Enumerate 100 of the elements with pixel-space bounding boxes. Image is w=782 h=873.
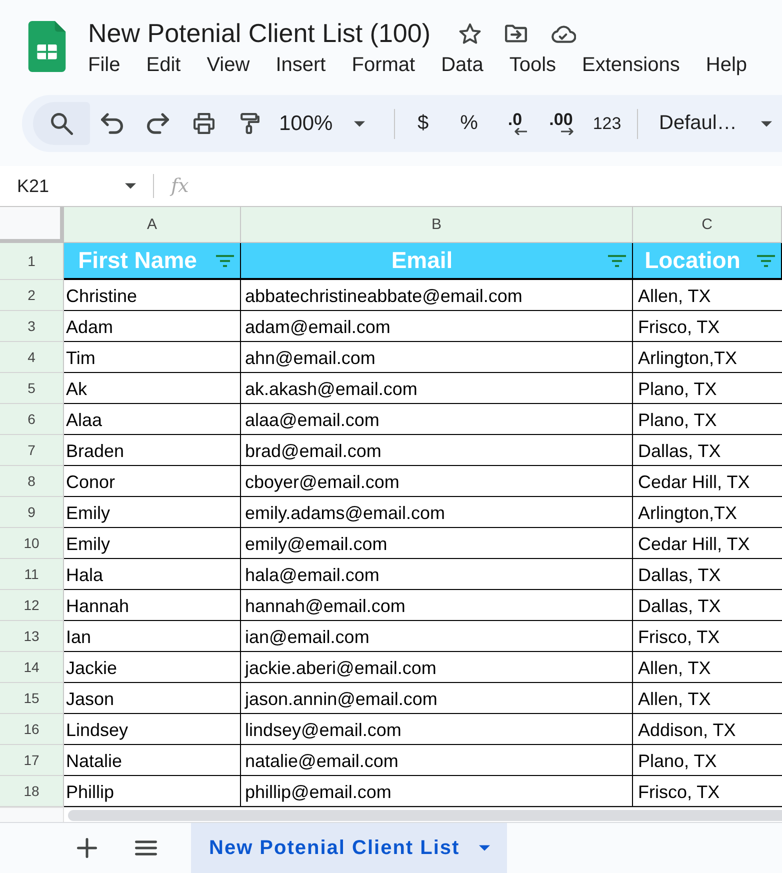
menu-item[interactable]: Data (441, 53, 484, 77)
formula-label: fx (171, 175, 189, 197)
table-cell: Adam (64, 311, 241, 342)
search-icon (50, 112, 72, 134)
currency-button[interactable]: $ (404, 104, 442, 144)
arrow-right-icon (560, 128, 574, 135)
undo-icon[interactable] (101, 113, 123, 134)
search-button[interactable] (33, 102, 90, 145)
filter-icon[interactable] (215, 254, 235, 268)
table-cell: Braden (64, 435, 241, 466)
table-cell: Conor (64, 466, 241, 497)
menu-item[interactable]: File (88, 53, 120, 77)
print-icon[interactable] (193, 113, 215, 134)
table-cell: jackie.aberi@email.com (241, 652, 633, 683)
arrow-left-icon (514, 128, 526, 135)
row-header[interactable]: 3 (0, 311, 64, 342)
row-header[interactable]: 18 (0, 776, 64, 807)
table-cell: Emily (64, 528, 241, 559)
row-header[interactable]: 17 (0, 745, 64, 776)
menu-item[interactable]: Help (706, 53, 748, 77)
redo-icon[interactable] (147, 113, 169, 134)
caret-icon (760, 120, 772, 126)
row-header[interactable]: 11 (0, 559, 64, 590)
column-title: Email (390, 247, 454, 274)
row-header[interactable]: 1 (0, 243, 64, 280)
table-cell: Ian (64, 621, 241, 652)
table-cell: ian@email.com (241, 621, 633, 652)
column-header[interactable]: B (241, 207, 633, 243)
filter-icon[interactable] (607, 254, 627, 268)
cloud-check-icon[interactable] (550, 24, 576, 42)
menu-item[interactable]: Insert (276, 53, 326, 77)
table-cell: Phillip (64, 776, 241, 807)
row-header[interactable]: 15 (0, 683, 64, 714)
number-format-button[interactable]: 123 (588, 104, 626, 144)
menu-item[interactable]: Format (352, 53, 416, 77)
row-header[interactable]: 14 (0, 652, 64, 683)
filter-icon[interactable] (756, 254, 776, 268)
folder-arrow-icon[interactable] (504, 22, 526, 44)
star-icon[interactable] (458, 22, 480, 44)
table-cell: emily@email.com (241, 528, 633, 559)
row-header[interactable]: 9 (0, 497, 64, 528)
paint-roller-icon[interactable] (239, 113, 261, 134)
caret-icon (354, 120, 365, 126)
row-header[interactable]: 13 (0, 621, 64, 652)
menu-item[interactable]: Edit (146, 53, 181, 77)
row-header[interactable]: 4 (0, 342, 64, 373)
table-cell: brad@email.com (241, 435, 633, 466)
table-cell: hannah@email.com (241, 590, 633, 621)
column-header[interactable]: A (64, 207, 241, 243)
font-dropdown[interactable]: Defaul… (659, 112, 772, 135)
table-cell: cboyer@email.com (241, 466, 633, 497)
menu-icon[interactable] (135, 840, 157, 856)
row-header[interactable]: 10 (0, 528, 64, 559)
table-cell: Alaa (64, 404, 241, 435)
table-cell: Ak (64, 373, 241, 404)
row-header[interactable]: 12 (0, 590, 64, 621)
table-cell: Jackie (64, 652, 241, 683)
caret-icon (125, 183, 136, 189)
zoom-dropdown[interactable]: 100% (278, 112, 382, 136)
column-title: Location (644, 247, 742, 274)
scrollbar-thumb[interactable] (68, 810, 782, 820)
table-cell: ak.akash@email.com (241, 373, 633, 404)
table-cell: Jason (64, 683, 241, 714)
table-cell: Hala (64, 559, 241, 590)
row-header[interactable]: 2 (0, 280, 64, 311)
table-cell: abbatechristineabbate@email.com (241, 280, 633, 311)
column-header[interactable]: C (633, 207, 782, 243)
table-cell: Christine (64, 280, 241, 311)
column-title: First Name (77, 247, 198, 274)
spreadsheet-logo-icon[interactable] (28, 21, 66, 72)
table-cell: Lindsey (64, 714, 241, 745)
menu-item[interactable]: View (206, 53, 250, 77)
row-header[interactable]: 16 (0, 714, 64, 745)
increase-decimals-button[interactable]: .00 (542, 104, 580, 144)
table-cell: Hannah (64, 590, 241, 621)
table-cell: emily.adams@email.com (241, 497, 633, 528)
row-header[interactable]: 5 (0, 373, 64, 404)
document-title[interactable]: New Potenial Client List (100) (88, 18, 430, 48)
menu-item[interactable]: Tools (509, 53, 556, 77)
caret-icon (479, 845, 490, 851)
name-box[interactable]: K21 (0, 170, 136, 202)
table-cell: hala@email.com (241, 559, 633, 590)
row-header[interactable]: 7 (0, 435, 64, 466)
row-header[interactable]: 6 (0, 404, 64, 435)
plus-icon[interactable] (77, 838, 97, 858)
table-cell: Emily (64, 497, 241, 528)
table-cell: phillip@email.com (241, 776, 633, 807)
table-cell: ahn@email.com (241, 342, 633, 373)
table-cell: lindsey@email.com (241, 714, 633, 745)
percent-button[interactable]: % (450, 104, 488, 144)
table-cell: jason.annin@email.com (241, 683, 633, 714)
table-cell: Tim (64, 342, 241, 373)
menu-item[interactable]: Extensions (582, 53, 680, 77)
decrease-decimals-button[interactable]: .0 (496, 104, 534, 144)
table-cell: natalie@email.com (241, 745, 633, 776)
table-cell: Natalie (64, 745, 241, 776)
sheet-tab[interactable]: New Potenial Client List (191, 823, 507, 873)
table-cell: adam@email.com (241, 311, 633, 342)
table-cell: alaa@email.com (241, 404, 633, 435)
row-header[interactable]: 8 (0, 466, 64, 497)
